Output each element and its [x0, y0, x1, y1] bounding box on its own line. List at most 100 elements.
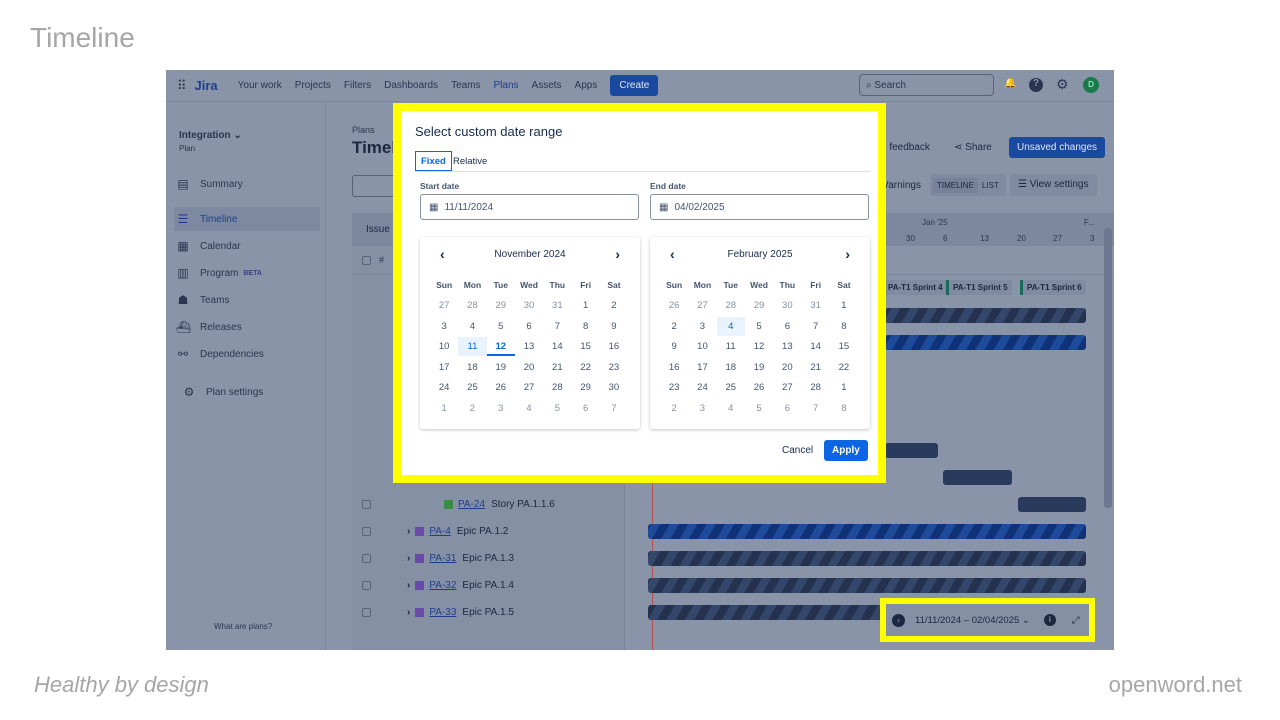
calendar-day[interactable]: 26: [745, 378, 773, 397]
calendar-day[interactable]: 21: [543, 358, 571, 377]
apply-button[interactable]: Apply: [824, 440, 868, 461]
calendar-day[interactable]: 12: [486, 337, 515, 357]
timeline-view-toggle[interactable]: TIMELINE: [933, 177, 978, 193]
what-are-plans-link[interactable]: What are plans?: [214, 622, 272, 631]
calendar-day[interactable]: 21: [801, 358, 829, 377]
cancel-button[interactable]: Cancel: [782, 445, 813, 456]
calendar-day[interactable]: 2: [600, 296, 628, 315]
settings-icon[interactable]: ⚙: [1056, 76, 1069, 93]
calendar-day[interactable]: 4: [515, 399, 543, 418]
calendar-day[interactable]: 7: [543, 317, 571, 336]
nav-teams[interactable]: Teams: [451, 80, 480, 91]
row-checkbox[interactable]: [362, 581, 371, 590]
calendar-day[interactable]: 28: [801, 378, 829, 397]
sidebar-item-calendar[interactable]: ▦ Calendar: [174, 234, 320, 258]
row-checkbox[interactable]: [362, 500, 371, 509]
unsaved-changes-button[interactable]: Unsaved changes: [1009, 137, 1106, 158]
info-icon[interactable]: i: [1043, 614, 1056, 626]
calendar-day[interactable]: 15: [571, 337, 599, 356]
issue-key-link[interactable]: PA-33: [429, 607, 456, 618]
calendar-day[interactable]: 1: [430, 399, 458, 418]
calendar-day[interactable]: 2: [660, 317, 688, 336]
calendar-day[interactable]: 6: [515, 317, 543, 336]
timeline-bar[interactable]: [648, 605, 888, 620]
timeline-bar[interactable]: [1018, 497, 1086, 512]
calendar-day[interactable]: 8: [830, 399, 858, 418]
expand-chevron-icon[interactable]: ›: [407, 526, 410, 537]
calendar-day[interactable]: 6: [773, 399, 801, 418]
calendar-day[interactable]: 29: [745, 296, 773, 315]
calendar-day[interactable]: 19: [745, 358, 773, 377]
expand-chevron-icon[interactable]: ›: [407, 553, 410, 564]
calendar-day[interactable]: 13: [773, 337, 801, 356]
end-date-input[interactable]: ▦ 04/02/2025: [650, 194, 869, 220]
calendar-day[interactable]: 6: [571, 399, 599, 418]
calendar-day[interactable]: 7: [801, 399, 829, 418]
calendar-day[interactable]: 22: [830, 358, 858, 377]
timeline-bar[interactable]: [885, 308, 1086, 323]
timeline-bar[interactable]: [943, 470, 1012, 485]
calendar-day[interactable]: 4: [717, 399, 745, 418]
issue-key-link[interactable]: PA-24: [458, 499, 485, 510]
calendar-day[interactable]: 30: [600, 378, 628, 397]
calendar-day[interactable]: 2: [660, 399, 688, 418]
avatar[interactable]: D: [1083, 77, 1099, 93]
calendar-day[interactable]: 3: [430, 317, 458, 336]
issue-key-link[interactable]: PA-31: [429, 553, 456, 564]
calendar-day[interactable]: 5: [487, 317, 515, 336]
issue-key-link[interactable]: PA-4: [429, 526, 451, 537]
calendar-day[interactable]: 1: [571, 296, 599, 315]
calendar-day[interactable]: 27: [515, 378, 543, 397]
calendar-day[interactable]: 14: [801, 337, 829, 356]
calendar-day[interactable]: 2: [458, 399, 486, 418]
calendar-day[interactable]: 10: [688, 337, 716, 356]
table-row[interactable]: PA-24 Story PA.1.1.6: [352, 491, 625, 518]
timeline-bar[interactable]: [648, 524, 1086, 539]
calendar-day[interactable]: 29: [487, 296, 515, 315]
jira-logo[interactable]: Jira: [195, 78, 218, 93]
issue-key-link[interactable]: PA-32: [429, 580, 456, 591]
calendar-day[interactable]: 29: [571, 378, 599, 397]
row-checkbox[interactable]: [362, 608, 371, 617]
calendar-day[interactable]: 20: [773, 358, 801, 377]
calendar-day[interactable]: 11: [717, 337, 745, 356]
timeline-bar[interactable]: [885, 443, 938, 458]
start-date-input[interactable]: ▦ 11/11/2024: [420, 194, 639, 220]
next-month-icon[interactable]: ›: [845, 246, 850, 262]
calendar-day[interactable]: 19: [487, 358, 515, 377]
sidebar-item-summary[interactable]: ▤ Summary: [174, 172, 320, 196]
search-input[interactable]: ⌕ Search: [859, 74, 994, 96]
expand-chevron-icon[interactable]: ›: [407, 580, 410, 591]
calendar-day[interactable]: 24: [430, 378, 458, 397]
calendar-day[interactable]: 3: [688, 317, 716, 336]
nav-dashboards[interactable]: Dashboards: [384, 80, 438, 91]
calendar-day[interactable]: 8: [830, 317, 858, 336]
sidebar-item-teams[interactable]: ☗ Teams: [174, 288, 320, 312]
calendar-day[interactable]: 25: [458, 378, 486, 397]
calendar-day[interactable]: 1: [830, 296, 858, 315]
calendar-day[interactable]: 5: [745, 317, 773, 336]
calendar-day[interactable]: 7: [600, 399, 628, 418]
sidebar-item-plan-settings[interactable]: ⚙ Plan settings: [180, 380, 326, 404]
share-button[interactable]: ⋖ Share: [954, 142, 992, 153]
calendar-day[interactable]: 30: [515, 296, 543, 315]
next-month-icon[interactable]: ›: [615, 246, 620, 262]
notifications-icon[interactable]: 🔔: [1004, 78, 1016, 89]
calendar-day[interactable]: 31: [801, 296, 829, 315]
table-row[interactable]: › PA-32 Epic PA.1.4: [352, 572, 625, 599]
calendar-day[interactable]: 26: [660, 296, 688, 315]
calendar-day[interactable]: 6: [773, 317, 801, 336]
calendar-day[interactable]: 23: [660, 378, 688, 397]
expand-chevron-icon[interactable]: ›: [407, 607, 410, 618]
calendar-day[interactable]: 1: [830, 378, 858, 397]
calendar-day[interactable]: 28: [717, 296, 745, 315]
calendar-day[interactable]: 16: [660, 358, 688, 377]
timeline-bar[interactable]: [885, 335, 1086, 350]
row-checkbox[interactable]: [362, 554, 371, 563]
calendar-day[interactable]: 22: [571, 358, 599, 377]
row-checkbox[interactable]: [362, 527, 371, 536]
calendar-day[interactable]: 23: [600, 358, 628, 377]
help-icon[interactable]: ?: [1029, 78, 1043, 92]
sidebar-item-program[interactable]: ▥ Program BETA: [174, 261, 320, 285]
sidebar-item-timeline[interactable]: ☰ Timeline: [174, 207, 320, 231]
